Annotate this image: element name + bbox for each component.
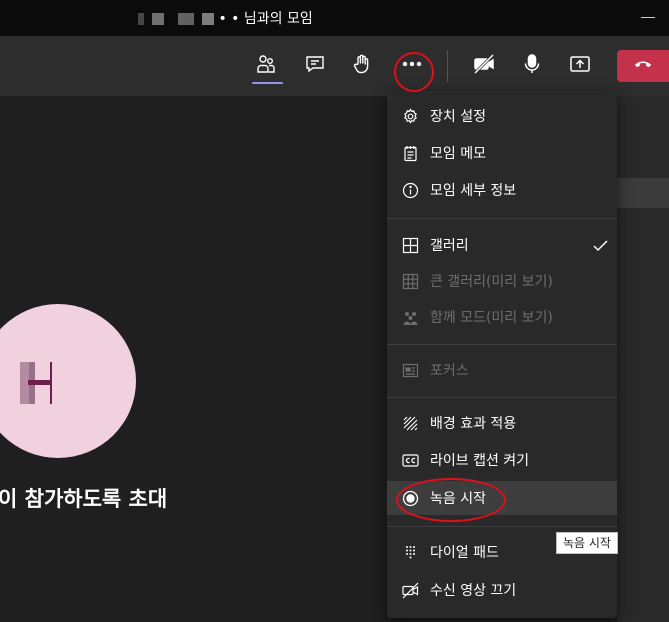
- menu-divider: [387, 397, 617, 398]
- gear-icon: [402, 108, 419, 125]
- info-icon: [402, 182, 419, 199]
- notes-icon: [402, 145, 419, 162]
- raise-hand-icon: [351, 53, 373, 79]
- menu-item-background-effects[interactable]: 배경 효과 적용: [387, 406, 617, 440]
- together-mode-icon: [402, 309, 419, 326]
- menu-item-label: 라이브 캡션 켜기: [430, 453, 530, 469]
- background-effects-icon: [402, 415, 419, 432]
- video-off-icon: [402, 582, 419, 599]
- menu-item-label: 갤러리: [430, 238, 469, 254]
- menu-item-turn-off-incoming-video[interactable]: 수신 영상 끄기: [387, 573, 617, 607]
- title-bar: • • 님과의 모임: [0, 0, 669, 36]
- dial-pad-icon: [402, 544, 419, 561]
- share-tray-icon: [569, 53, 591, 79]
- hang-up-icon: [633, 54, 653, 78]
- menu-item-label: 함께 모드(미리 보기): [430, 310, 553, 326]
- mic-button[interactable]: [516, 50, 548, 82]
- menu-item-focus: 포커스: [387, 353, 617, 387]
- minimize-button[interactable]: [641, 17, 655, 18]
- avatar-initial: [20, 362, 52, 404]
- camera-toggle-button[interactable]: [468, 50, 500, 82]
- menu-item-device-settings[interactable]: 장치 설정: [387, 99, 617, 133]
- annotation-circle-more-button: [394, 52, 434, 92]
- side-panel-row: [617, 178, 669, 208]
- side-panel: [617, 96, 669, 622]
- menu-divider: [387, 344, 617, 345]
- menu-item-label: 포커스: [430, 363, 469, 379]
- menu-item-meeting-details[interactable]: 모임 세부 정보: [387, 173, 617, 207]
- raise-hand-button[interactable]: [346, 50, 378, 82]
- grid-icon: [402, 237, 419, 254]
- active-tab-indicator: [252, 82, 283, 84]
- menu-item-label: 모임 메모: [430, 146, 486, 162]
- cc-icon: [402, 452, 419, 469]
- redacted-name: [138, 13, 214, 25]
- camera-off-icon: [473, 53, 495, 79]
- invite-text: 이 참가하도록 초대: [0, 487, 168, 511]
- menu-item-meeting-notes[interactable]: 모임 메모: [387, 136, 617, 170]
- people-icon: [255, 53, 277, 79]
- title-text: 님과의 모임: [243, 11, 313, 27]
- focus-icon: [402, 362, 419, 379]
- menu-item-large-gallery: 큰 갤러리(미리 보기): [387, 264, 617, 298]
- share-button[interactable]: [564, 50, 596, 82]
- tooltip: 녹음 시작: [556, 532, 618, 554]
- toolbar-divider: [447, 50, 448, 82]
- mic-icon: [521, 53, 543, 79]
- menu-divider: [387, 218, 617, 219]
- menu-item-label: 장치 설정: [430, 109, 486, 125]
- large-grid-icon: [402, 273, 419, 290]
- menu-item-label: 모임 세부 정보: [430, 183, 517, 199]
- title-dots: • •: [218, 11, 240, 27]
- participants-button[interactable]: [250, 50, 282, 82]
- chat-button[interactable]: [299, 50, 331, 82]
- window-title: • • 님과의 모임: [138, 8, 313, 28]
- menu-item-label: 배경 효과 적용: [430, 416, 517, 432]
- menu-item-live-captions[interactable]: 라이브 캡션 켜기: [387, 443, 617, 477]
- checkmark-icon: [592, 237, 609, 254]
- annotation-circle-record-item: [396, 478, 506, 522]
- chat-icon: [304, 53, 326, 79]
- menu-item-label: 수신 영상 끄기: [430, 583, 517, 599]
- menu-item-label: 다이얼 패드: [430, 545, 499, 561]
- menu-divider: [387, 526, 617, 527]
- leave-button[interactable]: [617, 50, 669, 82]
- menu-item-together-mode: 함께 모드(미리 보기): [387, 300, 617, 334]
- menu-item-label: 큰 갤러리(미리 보기): [430, 274, 553, 290]
- menu-item-gallery[interactable]: 갤러리: [387, 228, 617, 262]
